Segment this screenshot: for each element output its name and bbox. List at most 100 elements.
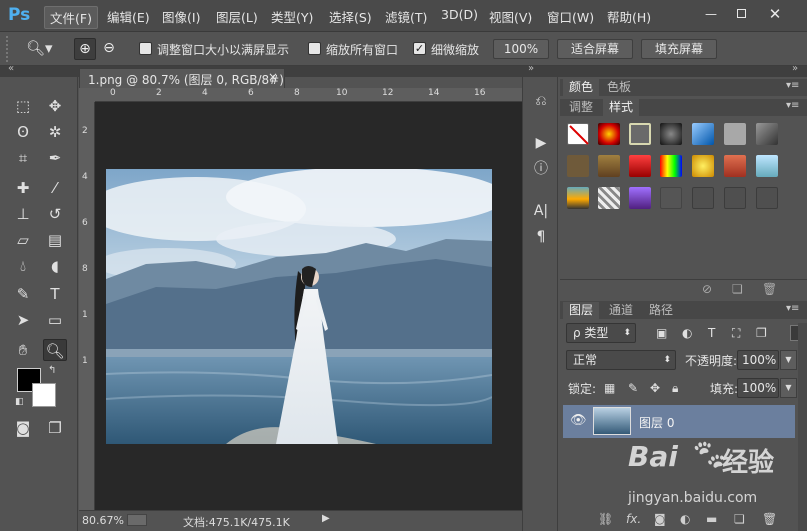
history-brush-tool-icon[interactable]: ↺ xyxy=(43,203,67,225)
style-swatch[interactable] xyxy=(724,155,746,177)
move-tool-icon[interactable]: ✥ xyxy=(43,95,67,117)
menu-select[interactable]: 选择(S) xyxy=(329,7,372,26)
filter-shape-icon[interactable]: ⛶ xyxy=(732,326,740,341)
character-panel-icon[interactable]: A| xyxy=(531,201,551,221)
style-swatch[interactable] xyxy=(724,187,746,209)
tab-adjustments[interactable]: 调整 xyxy=(563,99,599,116)
document-tab[interactable]: 1.png @ 80.7% (图层 0, RGB/8#) × xyxy=(79,68,285,88)
status-menu-arrow-icon[interactable]: ▶ xyxy=(322,513,330,524)
fill-screen-button[interactable]: 填充屏幕 xyxy=(641,39,717,59)
style-swatch[interactable] xyxy=(660,187,682,209)
minimize-icon[interactable]: — xyxy=(703,7,719,21)
gradient-tool-icon[interactable]: ▤ xyxy=(43,229,67,251)
marquee-tool-icon[interactable]: ⬚ xyxy=(11,95,35,117)
style-swatch[interactable] xyxy=(567,155,589,177)
style-swatch[interactable] xyxy=(629,187,651,209)
lock-all-icon[interactable]: 🔒︎ xyxy=(672,381,678,396)
menu-view[interactable]: 视图(V) xyxy=(489,7,532,26)
swap-colors-icon[interactable]: ↰ xyxy=(48,365,56,376)
collapse-right-icon[interactable]: » xyxy=(792,63,798,74)
eyedropper-tool-icon[interactable]: ✒ xyxy=(43,147,67,169)
background-color-swatch[interactable] xyxy=(32,383,56,407)
actions-panel-icon[interactable]: ▶ xyxy=(531,133,551,153)
layer-name[interactable]: 图层 0 xyxy=(639,414,674,431)
layer-row[interactable]: 👁︎ 图层 0 xyxy=(563,405,795,438)
style-swatch[interactable] xyxy=(598,187,620,209)
opacity-input[interactable]: 100% xyxy=(737,350,779,370)
zoom-in-icon[interactable]: ⊕ xyxy=(74,38,96,60)
blur-tool-icon[interactable]: 💧︎ xyxy=(11,255,35,277)
style-swatch[interactable] xyxy=(660,123,682,145)
filter-smart-object-icon[interactable]: ❐ xyxy=(756,326,767,340)
delete-style-icon[interactable]: 🗑︎ xyxy=(762,282,777,296)
dodge-tool-icon[interactable]: ◖ xyxy=(43,255,67,277)
fill-input[interactable]: 100% xyxy=(737,378,779,398)
style-swatch[interactable] xyxy=(692,155,714,177)
fill-dropdown-icon[interactable]: ▼ xyxy=(780,378,797,398)
crop-tool-icon[interactable]: ⌗ xyxy=(11,147,35,169)
tab-paths[interactable]: 路径 xyxy=(643,302,679,319)
menu-window[interactable]: 窗口(W) xyxy=(547,7,594,26)
zoom-100-button[interactable]: 100% xyxy=(493,39,549,59)
magic-wand-tool-icon[interactable]: ✲ xyxy=(43,121,67,143)
style-none-swatch[interactable] xyxy=(567,123,589,145)
style-swatch[interactable] xyxy=(567,187,589,209)
status-preview-icon[interactable] xyxy=(127,514,147,526)
eraser-tool-icon[interactable]: ▱ xyxy=(11,229,35,251)
filter-type-icon[interactable]: T xyxy=(708,326,715,340)
new-style-icon[interactable]: ❏ xyxy=(732,282,743,296)
close-window-icon[interactable]: ✕ xyxy=(767,7,783,22)
horizontal-ruler[interactable]: 0 2 4 6 8 10 12 14 16 xyxy=(95,88,522,102)
style-swatch[interactable] xyxy=(629,155,651,177)
lock-transparent-icon[interactable]: ▦ xyxy=(604,381,615,395)
scrubby-zoom-checkbox[interactable]: ✓ xyxy=(413,42,426,55)
maximize-icon[interactable] xyxy=(733,7,749,21)
opacity-dropdown-icon[interactable]: ▼ xyxy=(780,350,797,370)
history-panel-icon[interactable]: ⎌ xyxy=(531,91,551,111)
layers-panel-menu-icon[interactable]: ▾≡ xyxy=(786,303,799,314)
path-selection-tool-icon[interactable]: ➤ xyxy=(11,309,35,331)
lock-position-icon[interactable]: ✥ xyxy=(650,381,660,395)
style-swatch[interactable] xyxy=(598,155,620,177)
default-colors-icon[interactable]: ◧ xyxy=(15,397,24,407)
menu-file[interactable]: 文件(F) xyxy=(44,6,98,29)
menu-filter[interactable]: 滤镜(T) xyxy=(385,7,427,26)
style-swatch[interactable] xyxy=(692,187,714,209)
style-swatch[interactable] xyxy=(692,123,714,145)
style-swatch[interactable] xyxy=(756,187,778,209)
resize-windows-checkbox[interactable] xyxy=(139,42,152,55)
tab-layers[interactable]: 图层 xyxy=(563,302,600,319)
quick-mask-icon[interactable]: ◙ xyxy=(11,417,35,439)
zoom-tool-icon[interactable]: 🔍︎ xyxy=(43,339,67,361)
filter-adjustment-icon[interactable]: ◐ xyxy=(682,326,692,340)
tab-channels[interactable]: 通道 xyxy=(603,302,639,319)
style-swatch[interactable] xyxy=(756,155,778,177)
menu-edit[interactable]: 编辑(E) xyxy=(107,7,150,26)
style-swatch[interactable] xyxy=(724,123,746,145)
paragraph-panel-icon[interactable]: ¶ xyxy=(531,227,551,247)
link-layers-icon[interactable]: ⛓ xyxy=(598,512,613,526)
clear-style-icon[interactable]: ⊘ xyxy=(702,282,712,296)
filter-pixel-icon[interactable]: ▣ xyxy=(656,326,667,340)
style-swatch[interactable] xyxy=(756,123,778,145)
menu-help[interactable]: 帮助(H) xyxy=(607,7,651,26)
menu-layer[interactable]: 图层(L) xyxy=(216,7,258,26)
screen-mode-icon[interactable]: ❐ xyxy=(43,417,67,439)
lasso-tool-icon[interactable]: ʘ xyxy=(11,121,35,143)
tab-color[interactable]: 颜色 xyxy=(563,79,600,96)
zoom-level-readout[interactable]: 80.67% xyxy=(82,514,124,527)
clone-stamp-tool-icon[interactable]: ⊥ xyxy=(11,203,35,225)
zoom-out-icon[interactable]: ⊖ xyxy=(98,38,120,60)
tab-swatches[interactable]: 色板 xyxy=(601,79,637,96)
menu-3d[interactable]: 3D(D) xyxy=(441,7,478,22)
document-image[interactable] xyxy=(106,169,492,444)
zoom-all-checkbox[interactable] xyxy=(308,42,321,55)
layer-filter-kind-select[interactable]: ρ 类型 ⬍ xyxy=(566,323,636,343)
rectangle-tool-icon[interactable]: ▭ xyxy=(43,309,67,331)
style-swatch[interactable] xyxy=(629,123,651,145)
tab-styles[interactable]: 样式 xyxy=(603,99,640,116)
layer-visibility-eye-icon[interactable]: 👁︎ xyxy=(570,413,587,428)
color-panel-menu-icon[interactable]: ▾≡ xyxy=(786,80,799,91)
styles-panel-menu-icon[interactable]: ▾≡ xyxy=(786,100,799,111)
collapse-dock-icon[interactable]: » xyxy=(528,63,534,74)
